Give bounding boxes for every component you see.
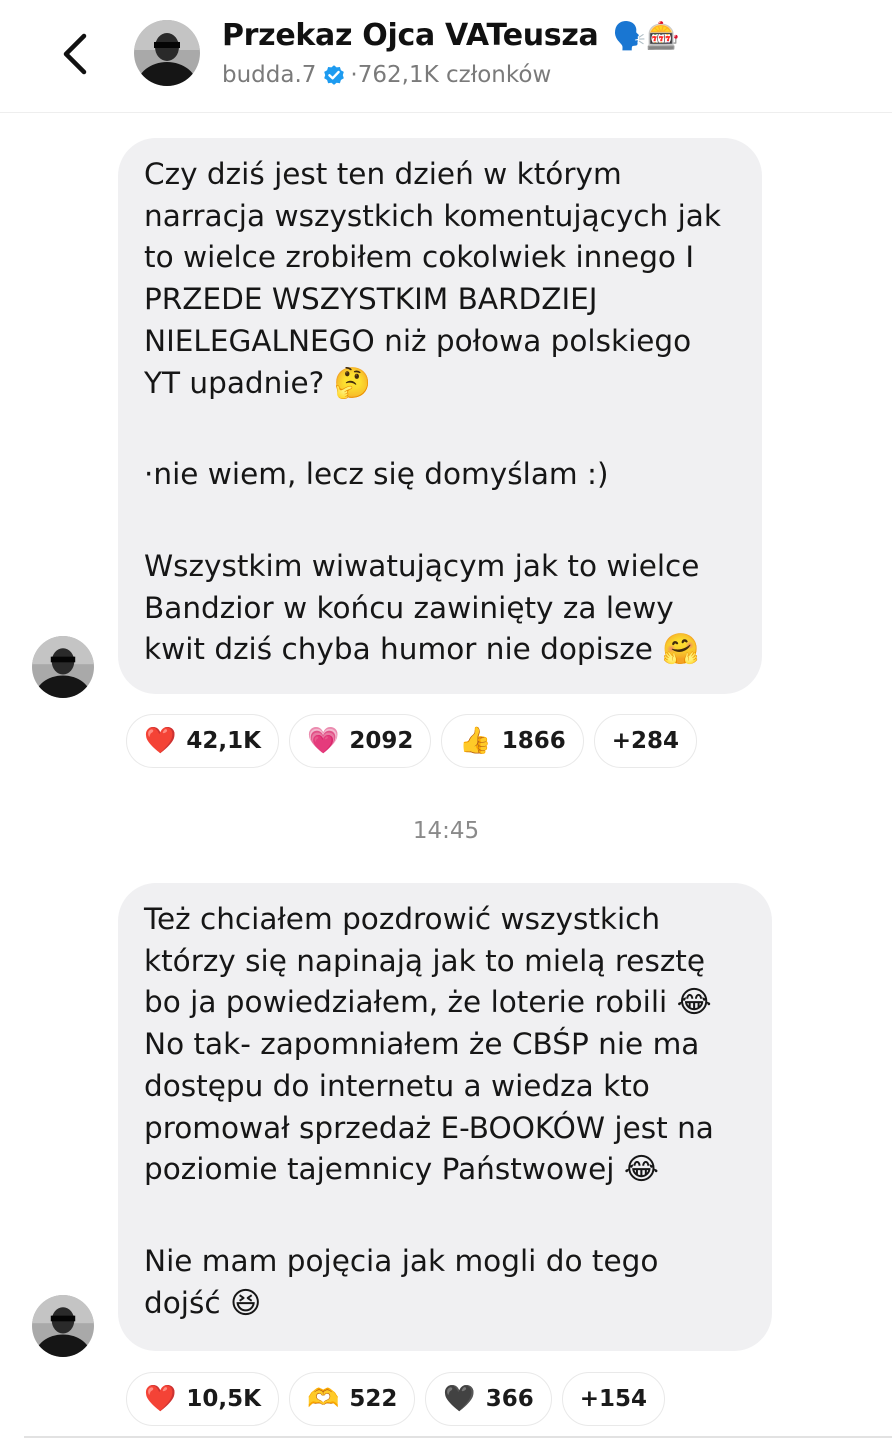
reaction-count: 10,5K — [186, 1386, 261, 1412]
message-text-line: PRZEDE WSZYSTKIM BARDZIEJ — [144, 282, 598, 317]
message-text: kwit dziś chyba humor nie dopisze — [144, 632, 653, 667]
grinning-squint-emoji: 😆 — [229, 1285, 262, 1321]
more-reactions-button[interactable]: +284 — [593, 714, 698, 768]
reaction-thumbs-up[interactable]: 👍 1866 — [441, 714, 584, 768]
channel-title-text: Przekaz Ojca VATeusza — [222, 18, 599, 53]
channel-avatar[interactable] — [134, 20, 200, 86]
laughing-tears-emoji: 😂 — [676, 985, 712, 1021]
message-text: YT upadnie? — [144, 365, 325, 400]
hugging-face-emoji: 🤗 — [662, 632, 700, 668]
message-text-line-with-emoji: YT upadnie? 🤔 — [144, 363, 736, 405]
sender-avatar[interactable] — [32, 636, 94, 698]
message-text: poziomie tajemnicy Państwowej — [144, 1152, 615, 1187]
message-text-line: którzy się napinają jak to mielą resztę — [144, 943, 706, 978]
message-text-line: Też chciałem pozdrowić wszystkich — [144, 902, 661, 936]
channel-username: budda.7 — [222, 62, 317, 88]
reaction-count: +284 — [611, 728, 680, 754]
message-bubble-2[interactable]: Też chciałem pozdrowić wszystkich którzy… — [118, 883, 772, 1351]
reaction-count: 42,1K — [186, 728, 261, 754]
message-text-line-with-emoji: bo ja powiedziałem, że loterie robili 😂 — [144, 982, 746, 1024]
reaction-bar-1: ❤️ 42,1K 💗 2092 👍 1866 +284 — [126, 714, 698, 768]
reaction-count: 522 — [349, 1386, 398, 1412]
reaction-count: 2092 — [349, 728, 414, 754]
divider — [24, 1436, 892, 1438]
channel-title-emoji: 🗣️🎰 — [612, 21, 680, 52]
message-text-line: Bandzior w końcu zawinięty za lewy — [144, 590, 674, 625]
verified-badge-icon — [324, 65, 345, 85]
reaction-heart-hands[interactable]: 🫶 522 — [288, 1372, 416, 1426]
message-text-line-with-emoji: kwit dziś chyba humor nie dopisze 🤗 — [144, 629, 736, 671]
message-text-line: narracja wszystkich komentujących jak — [144, 198, 721, 233]
message-text-line: Wszystkim wiwatującym jak to wielce — [144, 548, 700, 583]
reaction-heart[interactable]: ❤️ 10,5K — [126, 1372, 279, 1426]
message-text-line: dostępu do internetu a wiedza kto — [144, 1068, 650, 1103]
chevron-left-icon — [63, 33, 87, 75]
red-heart-icon: ❤️ — [144, 726, 177, 756]
heart-hands-icon: 🫶 — [306, 1384, 340, 1414]
sender-avatar[interactable] — [32, 1295, 94, 1357]
channel-header: Przekaz Ojca VATeusza 🗣️🎰 budda.7 ·762,1… — [0, 0, 892, 113]
thumbs-up-icon: 👍 — [459, 726, 492, 756]
message-text-line: ·nie wiem, lecz się domyślam :) — [144, 457, 609, 492]
message-text-line: Czy dziś jest ten dzień w którym — [144, 157, 622, 191]
reaction-bar-2: ❤️ 10,5K 🫶 522 🖤 366 +154 — [126, 1372, 666, 1426]
message-text-line: Nie mam pojęcia jak mogli do tego — [144, 1243, 659, 1278]
message-text-line: to wielce zrobiłem cokolwiek innego I — [144, 240, 695, 275]
message-text-line-with-emoji: dojść 😆 — [144, 1283, 746, 1325]
message-timestamp: 14:45 — [412, 818, 480, 844]
black-heart-icon: 🖤 — [443, 1384, 476, 1414]
message-text-line: promował sprzedaż E-BOOKÓW jest na — [144, 1110, 714, 1145]
laughing-tears-emoji: 😂 — [623, 1152, 659, 1188]
more-reactions-button[interactable]: +154 — [561, 1372, 666, 1426]
pink-heart-icon: 💗 — [306, 726, 340, 756]
thinking-face-emoji: 🤔 — [333, 365, 372, 401]
reaction-count: 366 — [485, 1386, 534, 1412]
message-text-line: No tak- zapomniałem że CBŚP nie ma — [144, 1027, 700, 1062]
message-text-line-with-emoji: poziomie tajemnicy Państwowej 😂 — [144, 1149, 746, 1191]
reaction-count: 1866 — [501, 728, 566, 754]
reaction-heart[interactable]: ❤️ 42,1K — [126, 714, 279, 768]
reaction-black-heart[interactable]: 🖤 366 — [425, 1372, 552, 1426]
member-count: ·762,1K członków — [350, 62, 552, 88]
message-text: dojść — [144, 1285, 221, 1320]
message-bubble-1[interactable]: Czy dziś jest ten dzień w którym narracj… — [118, 138, 762, 694]
message-text-line: NIELEGALNEGO niż połowa polskiego — [144, 323, 692, 358]
back-button[interactable] — [56, 30, 96, 78]
reaction-sparkling-heart[interactable]: 💗 2092 — [288, 714, 432, 768]
reaction-count: +154 — [579, 1386, 648, 1412]
red-heart-icon: ❤️ — [144, 1384, 177, 1414]
message-text: bo ja powiedziałem, że loterie robili — [144, 985, 668, 1020]
channel-title[interactable]: Przekaz Ojca VATeusza 🗣️🎰 — [222, 18, 680, 53]
channel-subtitle: budda.7 ·762,1K członków — [222, 62, 551, 88]
